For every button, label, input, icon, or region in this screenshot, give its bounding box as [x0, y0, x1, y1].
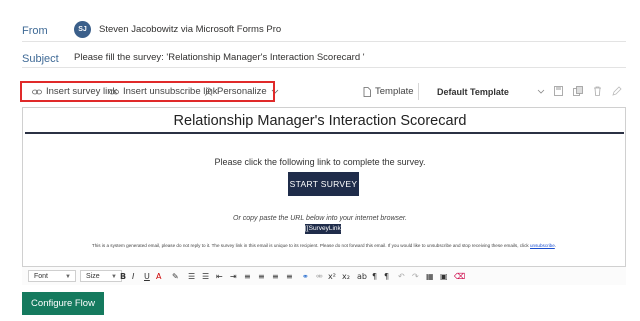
highlight-box [20, 81, 275, 102]
align-center-icon[interactable]: ≡ [258, 272, 265, 281]
bold-button[interactable]: B [120, 272, 126, 281]
save-icon[interactable] [554, 86, 563, 96]
size-select-label: Size [86, 273, 100, 280]
template-label: Template [375, 86, 414, 97]
copy-instruction: Or copy paste the URL below into your in… [233, 215, 407, 222]
email-instruction: Please click the following link to compl… [214, 157, 426, 167]
rtl-icon[interactable]: ¶ [384, 272, 389, 281]
font-select-label: Font [34, 273, 49, 280]
chevron-down-icon: ▼ [111, 274, 117, 280]
highlight-color-icon[interactable]: ✎ [172, 272, 179, 281]
numbered-list-icon[interactable]: ☰ [202, 272, 209, 281]
clear-format-icon[interactable]: ⌫ [454, 272, 465, 281]
table-icon[interactable]: ▦ [426, 272, 434, 281]
font-color-button[interactable]: A [156, 272, 161, 281]
template-select[interactable]: Default Template [437, 87, 509, 97]
disclaimer-text: This is a system generated email, please… [91, 243, 529, 248]
subject-label: Subject [22, 53, 59, 65]
start-survey-button[interactable]: START SURVEY [288, 172, 359, 196]
bullet-list-icon[interactable]: ☰ [188, 272, 195, 281]
template-button[interactable]: Template [363, 86, 414, 97]
font-select[interactable]: Font ▼ [28, 270, 76, 282]
configure-flow-button[interactable]: Configure Flow [22, 292, 104, 315]
align-right-icon[interactable]: ≡ [272, 272, 279, 281]
survey-link-placeholder[interactable]: [[SurveyLink]] [305, 224, 344, 234]
delete-icon[interactable] [593, 86, 602, 96]
link-icon[interactable]: ⚭ [302, 272, 309, 281]
subject-divider [22, 67, 626, 68]
toolbar-divider [418, 83, 419, 100]
chevron-down-icon[interactable] [537, 89, 545, 94]
from-divider [22, 41, 626, 42]
redo-icon[interactable]: ↷ [412, 272, 419, 281]
image-icon[interactable]: ▣ [440, 272, 448, 281]
ltr-icon[interactable]: ¶ [372, 272, 377, 281]
edit-icon[interactable] [612, 86, 622, 96]
from-sender[interactable]: Steven Jacobowitz via Microsoft Forms Pr… [99, 24, 281, 35]
superscript-button[interactable]: x² [328, 272, 336, 281]
document-icon [363, 86, 371, 97]
avatar: SJ [74, 21, 91, 38]
justify-icon[interactable]: ≡ [286, 272, 293, 281]
email-title: Relationship Manager's Interaction Score… [173, 113, 467, 129]
indent-icon[interactable]: ⇥ [230, 272, 237, 281]
align-left-icon[interactable]: ≡ [244, 272, 251, 281]
outdent-icon[interactable]: ⇤ [216, 272, 223, 281]
italic-button[interactable]: I [132, 272, 134, 281]
copy-icon[interactable] [573, 86, 583, 96]
subscript-button[interactable]: x₂ [342, 272, 350, 281]
subject-field[interactable]: Please fill the survey: 'Relationship Ma… [74, 52, 365, 63]
format-toolbar: Font ▼ Size ▼ B I U A ✎ ☰ ☰ ⇤ ⇥ ≡ ≡ ≡ ≡ ⚭ … [22, 266, 626, 285]
unlink-icon[interactable]: ⚮ [316, 272, 323, 281]
size-select[interactable]: Size ▼ [80, 270, 122, 282]
chevron-down-icon: ▼ [65, 274, 71, 280]
title-rule [25, 132, 624, 134]
unsubscribe-link[interactable]: unsubscribe [530, 243, 555, 248]
disclaimer: This is a system generated email, please… [91, 243, 557, 248]
undo-icon[interactable]: ↶ [398, 272, 405, 281]
underline-button[interactable]: U [144, 272, 150, 281]
from-label: From [22, 25, 48, 37]
strikethrough-icon[interactable]: ab [357, 272, 367, 281]
